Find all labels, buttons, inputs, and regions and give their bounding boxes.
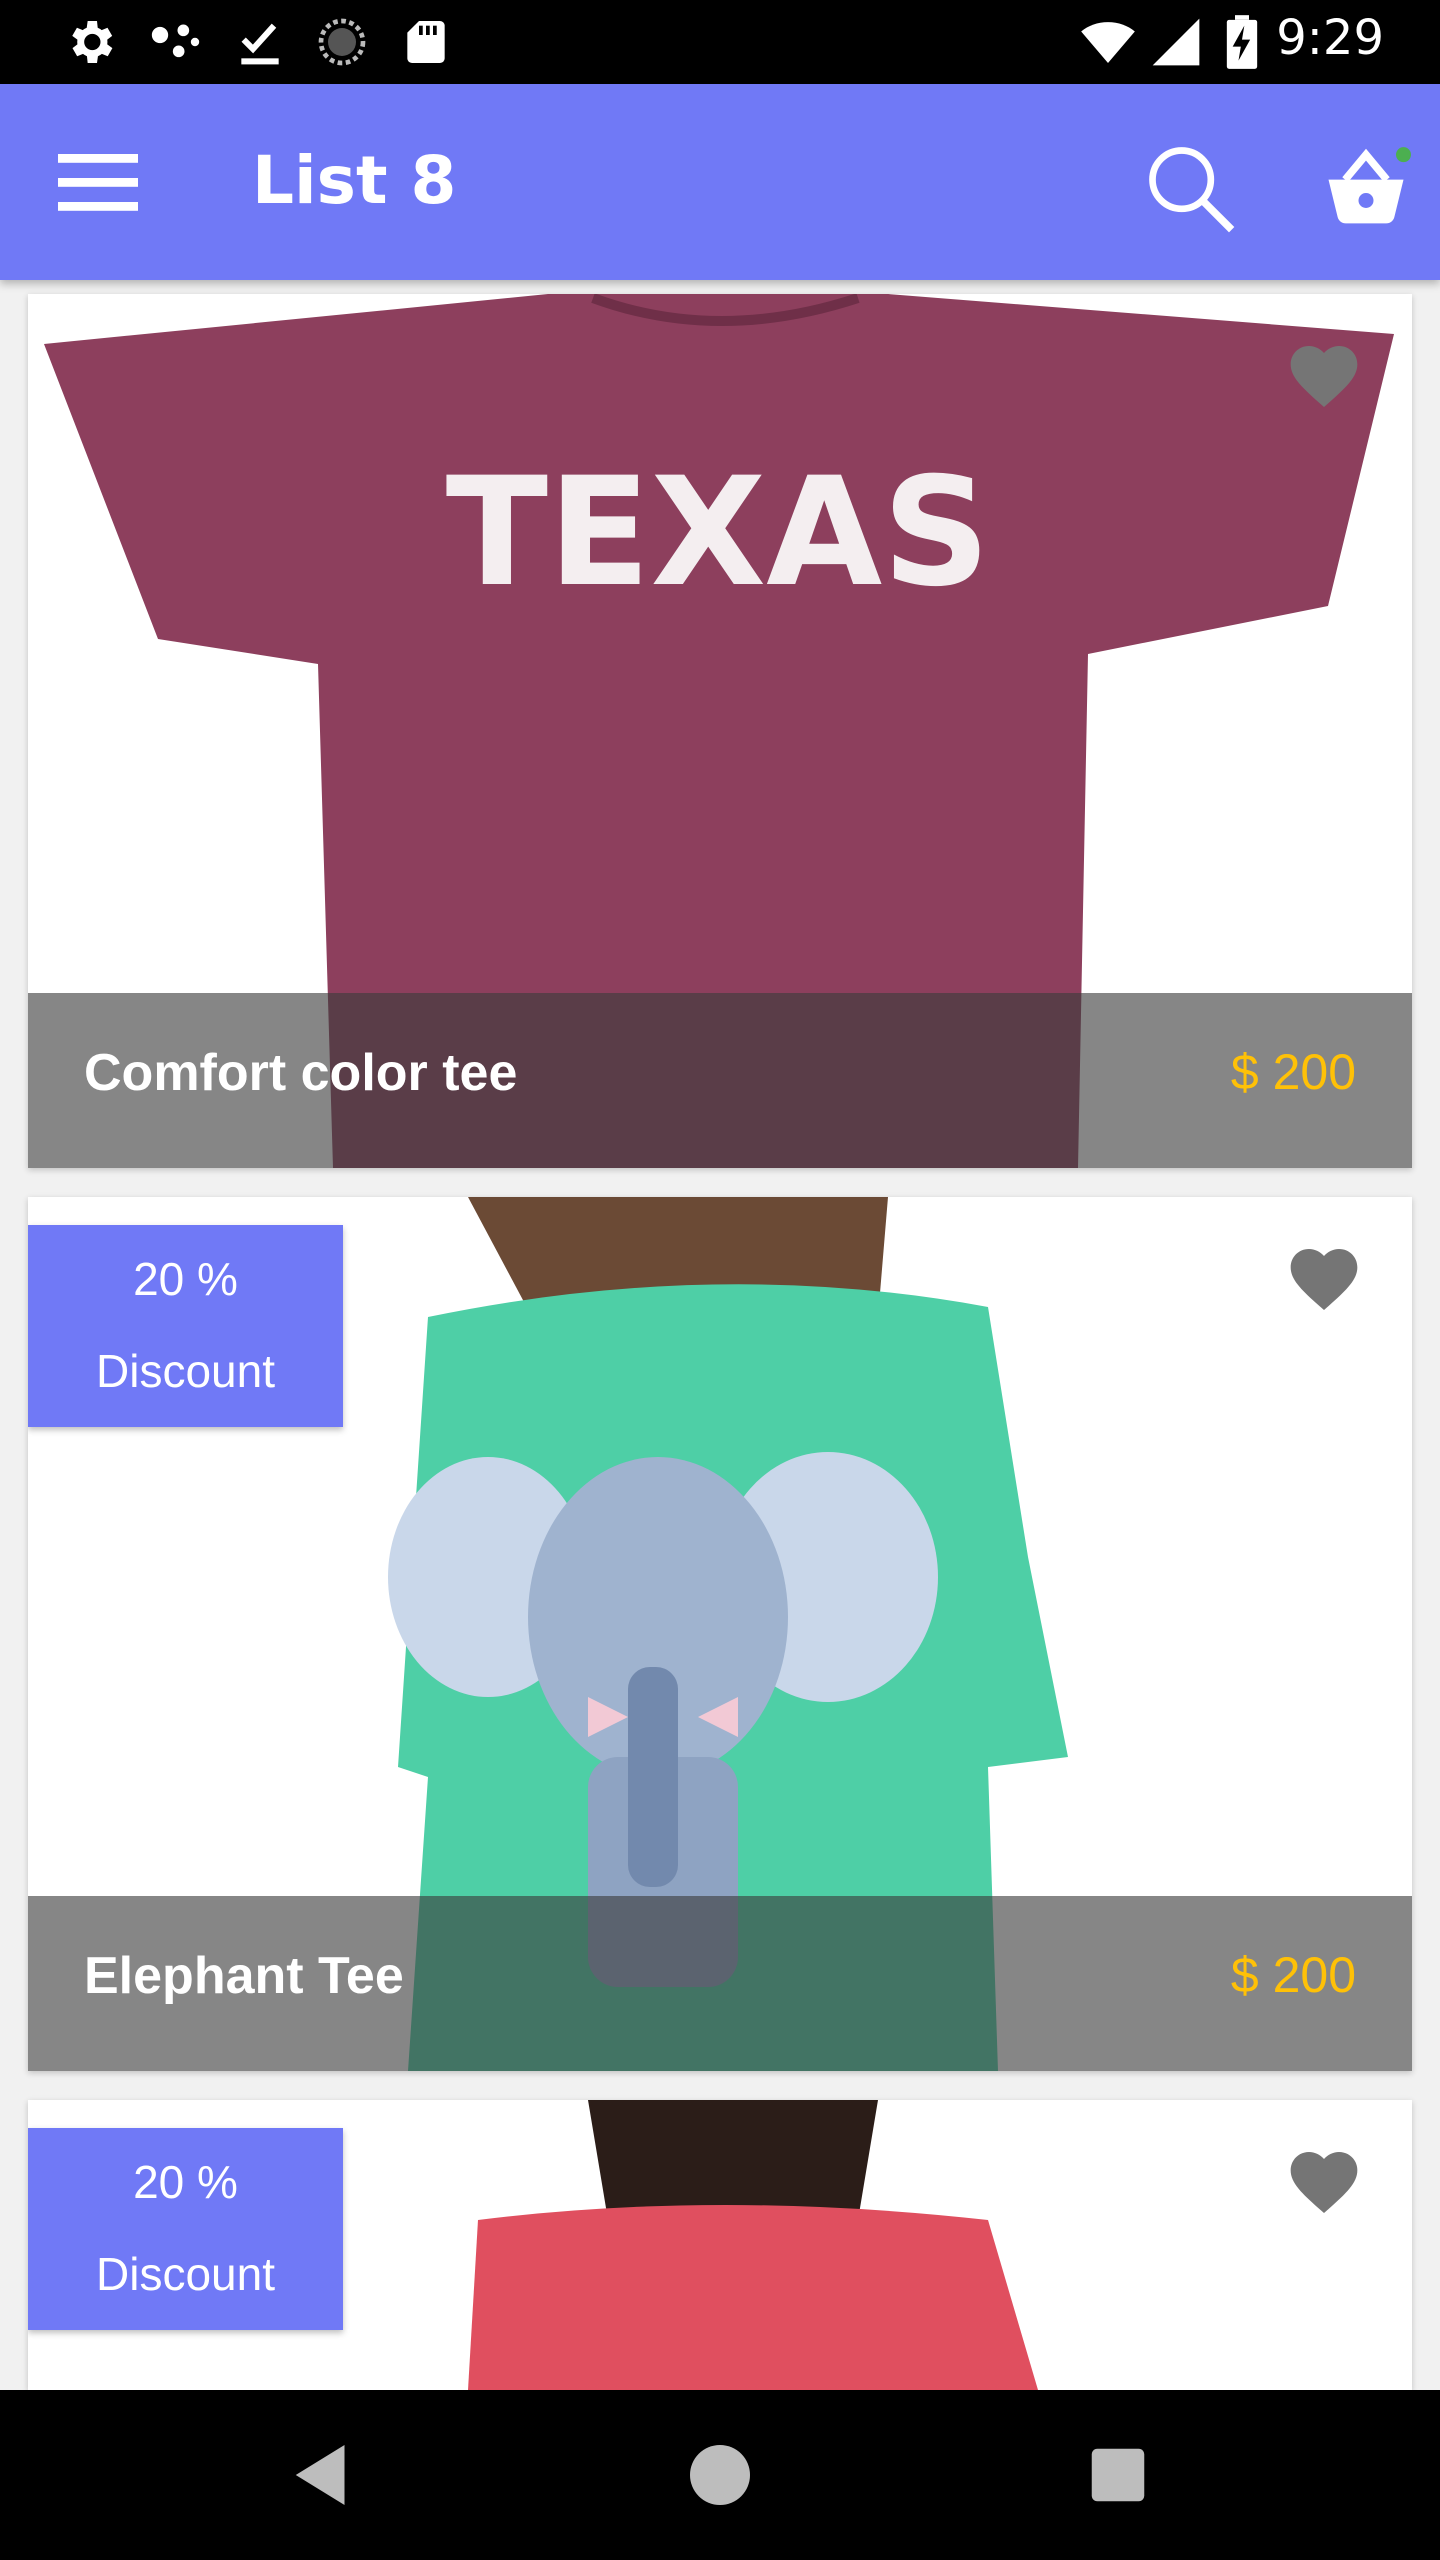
product-card[interactable]: 20 % Discount xyxy=(28,2100,1412,2390)
navigation-bar xyxy=(0,2390,1440,2560)
discount-percent: 20 % xyxy=(133,1253,238,1305)
discount-badge: 20 % Discount xyxy=(28,1225,343,1427)
wifi-icon xyxy=(1081,22,1135,63)
download-done-icon xyxy=(241,23,279,65)
sync-icon xyxy=(318,18,366,66)
recents-icon[interactable] xyxy=(1073,2430,1163,2520)
search-icon[interactable] xyxy=(1140,138,1240,238)
settings-icon xyxy=(72,21,113,63)
favorite-icon[interactable] xyxy=(1284,336,1364,416)
discount-badge: 20 % Discount xyxy=(28,2128,343,2330)
product-info-bar: Comfort color tee $ 200 xyxy=(28,993,1412,1168)
menu-icon[interactable] xyxy=(50,134,146,230)
shirt-print-text: TEXAS xyxy=(446,446,991,620)
tshirt-shape xyxy=(468,2205,1038,2390)
product-price: $ 200 xyxy=(1230,1044,1356,1100)
discount-label: Discount xyxy=(96,1345,275,1397)
dots-icon xyxy=(151,24,200,58)
product-info-bar: Elephant Tee $ 200 xyxy=(28,1896,1412,2071)
page-title: List 8 xyxy=(252,142,457,219)
discount-label: Discount xyxy=(96,2248,275,2300)
back-icon[interactable] xyxy=(277,2430,367,2520)
signal-icon xyxy=(1152,18,1200,66)
home-icon[interactable] xyxy=(675,2430,765,2520)
favorite-icon[interactable] xyxy=(1284,1239,1364,1319)
sd-card-icon xyxy=(407,21,445,63)
product-name: Elephant Tee xyxy=(84,1947,404,2005)
hair-shape xyxy=(588,2100,878,2220)
product-card[interactable]: 20 % Discount Elephant Tee $ 200 xyxy=(28,1197,1412,2071)
product-list: TEXAS Comfort color tee $ 200 20 % Disco… xyxy=(0,280,1440,2390)
battery-charging-icon xyxy=(1226,15,1258,69)
app-bar: List 8 xyxy=(0,84,1440,280)
discount-percent: 20 % xyxy=(133,2156,238,2208)
product-price: $ 200 xyxy=(1230,1947,1356,2003)
shopping-basket-icon[interactable] xyxy=(1316,138,1416,238)
product-card[interactable]: TEXAS Comfort color tee $ 200 xyxy=(28,294,1412,1168)
status-bar: 9:29 xyxy=(0,0,1440,84)
product-name: Comfort color tee xyxy=(84,1044,518,1102)
favorite-icon[interactable] xyxy=(1284,2142,1364,2222)
status-time: 9:29 xyxy=(1276,10,1384,66)
